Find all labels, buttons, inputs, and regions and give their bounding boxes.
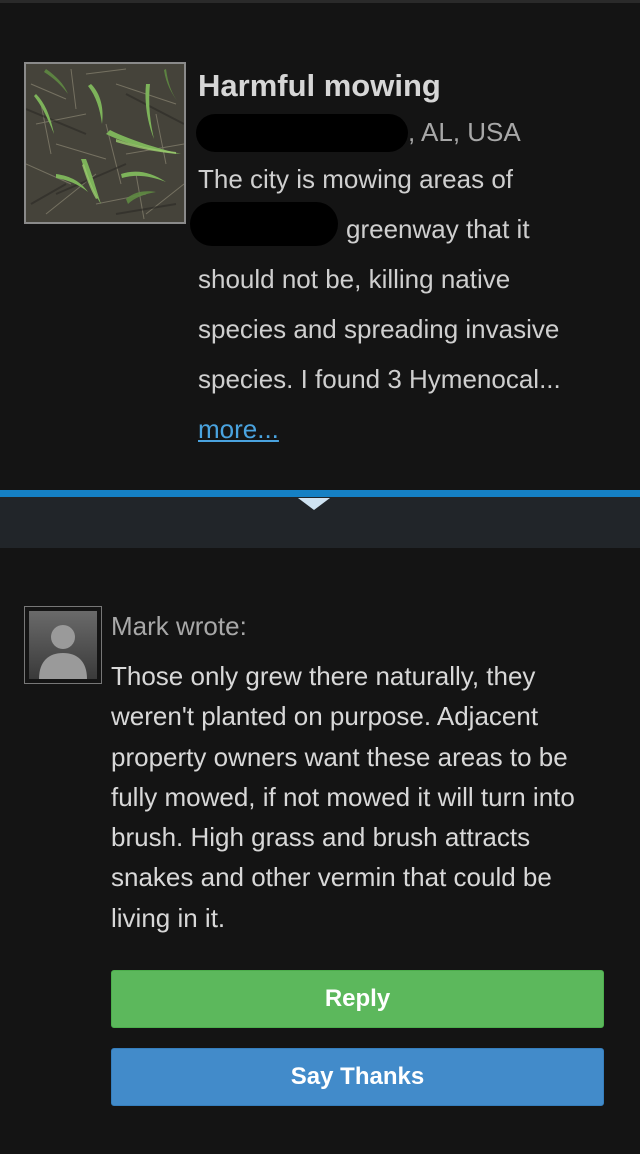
page: Harmful mowing , AL, USA The city is mow…	[0, 0, 640, 1154]
post-thumbnail[interactable]	[24, 62, 186, 224]
post-description: The city is mowing areas of greenway tha…	[190, 154, 618, 404]
reply-button[interactable]: Reply	[111, 970, 604, 1028]
avatar[interactable]	[24, 606, 102, 684]
section-divider	[0, 490, 640, 497]
post-description-line: species and spreading invasive	[198, 314, 560, 344]
post-body: Harmful mowing , AL, USA The city is mow…	[190, 64, 618, 454]
post-description-line: greenway that it	[346, 214, 530, 244]
say-thanks-button[interactable]: Say Thanks	[111, 1048, 604, 1106]
post-description-line: The city is mowing areas of	[198, 164, 514, 194]
default-user-avatar-icon	[29, 611, 97, 679]
comment: Mark wrote: Those only grew there natura…	[111, 606, 611, 938]
post-description-line: should not be, killing native	[198, 264, 511, 294]
top-border	[0, 0, 640, 3]
more-link[interactable]: more...	[198, 404, 279, 454]
chevron-down-icon[interactable]	[298, 498, 330, 510]
comment-text: Those only grew there naturally, they we…	[111, 661, 575, 933]
post-location: , AL, USA	[196, 110, 618, 154]
post-description-line: species. I found 3 Hymenocal...	[198, 364, 561, 394]
redaction-mark	[196, 114, 408, 152]
post-title[interactable]: Harmful mowing	[198, 64, 618, 108]
redaction-mark	[190, 202, 338, 246]
post-description-line-redacted: greenway that it	[190, 202, 618, 254]
post-location-text: , AL, USA	[408, 117, 521, 147]
grass-photo-image	[26, 64, 184, 222]
comment-author: Mark wrote:	[111, 611, 247, 641]
